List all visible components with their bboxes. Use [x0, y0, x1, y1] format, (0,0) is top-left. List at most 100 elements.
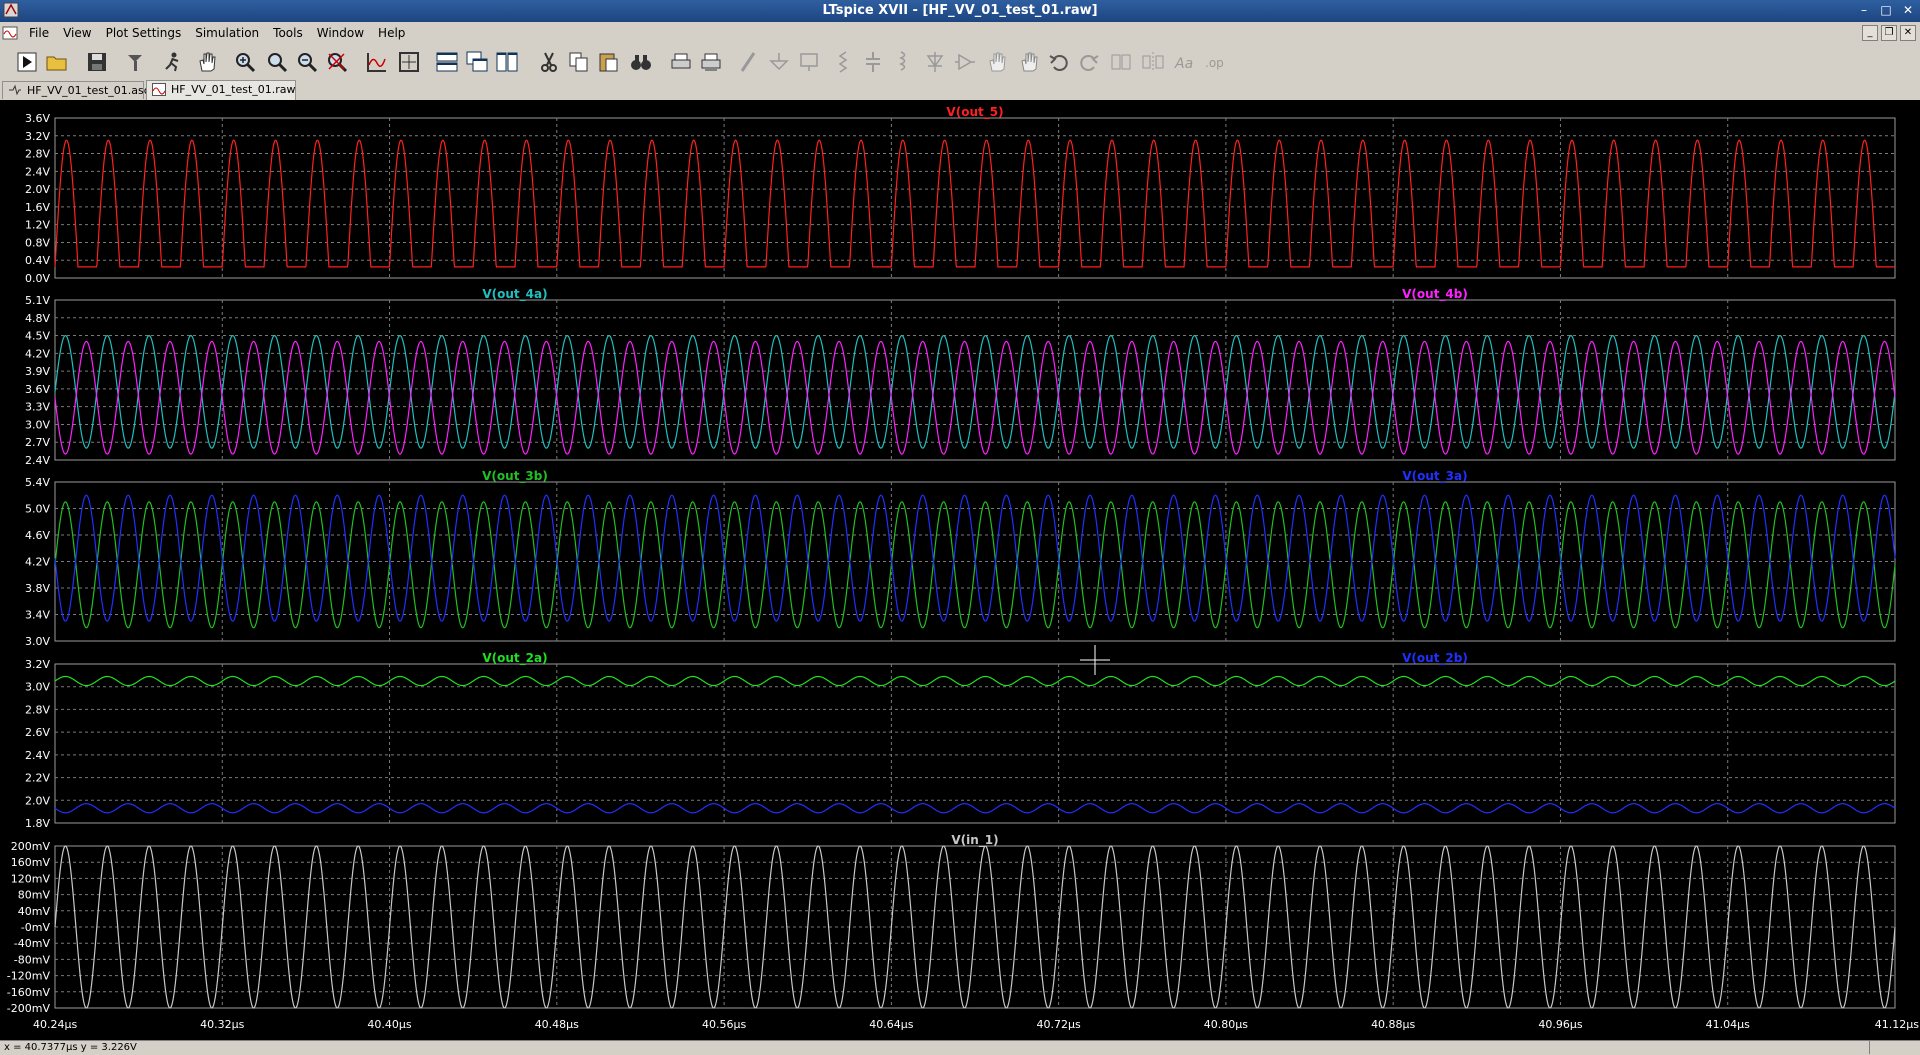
halt-button[interactable] [160, 49, 186, 75]
open-button[interactable] [44, 49, 70, 75]
y-tick-label: 3.0V [25, 681, 50, 694]
drag-button[interactable] [1016, 49, 1042, 75]
menu-help[interactable]: Help [371, 25, 412, 41]
print-button[interactable] [668, 49, 694, 75]
mirror-button[interactable] [1140, 49, 1166, 75]
redo-button[interactable] [1076, 49, 1102, 75]
y-tick-label: 5.0V [25, 503, 50, 516]
mirror-icon [1142, 52, 1164, 72]
menu-window[interactable]: Window [310, 25, 371, 41]
move-button[interactable] [984, 49, 1010, 75]
waveform-viewer[interactable]: 3.6V 3.2V 2.8V 2.4V 2.0V 1.6V 1.2V 0.8V 0.4V 0.0V… [0, 100, 1920, 1040]
y-tick-label: 2.4V [25, 454, 50, 467]
zoom-back-button[interactable] [294, 49, 320, 75]
plot-pane-2: 5.1V 4.8V 4.5V 4.2V 3.9V 3.6V 3.3V 3.0V 2.7V 2.4V… [25, 287, 1896, 467]
y-tick-label: -200mV [7, 1002, 51, 1015]
tile-vertical-button[interactable] [494, 49, 520, 75]
y-tick-label: 3.8V [25, 582, 50, 595]
pan-button[interactable] [194, 49, 220, 75]
wire-icon [740, 52, 756, 72]
mdi-minimize-icon[interactable]: _ [1862, 25, 1878, 41]
paste-button[interactable] [596, 49, 622, 75]
mdi-close-icon[interactable]: ✕ [1900, 25, 1916, 41]
minimize-icon[interactable]: – [1856, 2, 1872, 18]
menu-file[interactable]: File [22, 25, 56, 41]
x-tick-label: 40.96µs [1538, 1018, 1582, 1031]
y-tick-label: -160mV [7, 986, 51, 999]
trace-label[interactable]: V(out_3a) [1402, 469, 1467, 484]
y-tick-label: -120mV [7, 970, 51, 983]
y-tick-label: 1.8V [25, 817, 50, 830]
plot-pane-1: 3.6V 3.2V 2.8V 2.4V 2.0V 1.6V 1.2V 0.8V 0.4V 0.0V… [25, 105, 1896, 285]
x-tick-label: 40.64µs [869, 1018, 913, 1031]
print-setup-button[interactable] [698, 49, 724, 75]
autorange-button[interactable] [364, 49, 390, 75]
menu-simulation[interactable]: Simulation [188, 25, 266, 41]
menu-view[interactable]: View [56, 25, 98, 41]
zoom-back-icon [298, 53, 318, 73]
zoom-in-icon [236, 53, 256, 73]
pane-frame [54, 117, 1896, 279]
waveform-doc-icon[interactable] [2, 25, 18, 41]
undo-button[interactable] [1046, 49, 1072, 75]
menu-tools[interactable]: Tools [266, 25, 310, 41]
marker-button[interactable] [396, 49, 422, 75]
label-net-button[interactable] [796, 49, 822, 75]
copy-button[interactable] [566, 49, 592, 75]
crosshair-cursor [1080, 645, 1110, 675]
trace-label[interactable]: V(out_2b) [1402, 651, 1468, 666]
component-button[interactable] [952, 49, 978, 75]
y-tick-label: 120mV [11, 872, 51, 885]
inductor-button[interactable] [890, 49, 916, 75]
y-tick-label: 40mV [18, 905, 51, 918]
tab-schematic[interactable]: HF_VV_01_test_01.asc [2, 81, 150, 99]
svg-text:.op: .op [1205, 56, 1224, 70]
trace-label[interactable]: V(in_1) [951, 833, 998, 848]
trace-label[interactable]: V(out_2a) [482, 651, 547, 666]
spice-directive-button[interactable]: .op [1202, 49, 1228, 75]
control-panel-icon [128, 55, 142, 71]
save-button[interactable] [84, 49, 110, 75]
toolbar: Aa .op [0, 44, 1920, 81]
cut-button[interactable] [536, 49, 562, 75]
wire-button[interactable] [736, 49, 762, 75]
menu-plot-settings[interactable]: Plot Settings [99, 25, 189, 41]
y-tick-label: 0.8V [25, 236, 50, 249]
trace-label[interactable]: V(out_3b) [482, 469, 548, 484]
tile-horizontal-button[interactable] [434, 49, 460, 75]
trace-label[interactable]: V(out_4a) [482, 287, 547, 302]
find-button[interactable] [628, 49, 654, 75]
pan-icon [199, 52, 216, 72]
x-tick-label: 40.32µs [200, 1018, 244, 1031]
ground-button[interactable] [766, 49, 792, 75]
x-tick-label: 40.24µs [33, 1018, 77, 1031]
trace-label[interactable]: V(out_5) [946, 105, 1003, 120]
capacitor-button[interactable] [860, 49, 886, 75]
y-tick-label: 5.4V [25, 476, 50, 489]
control-panel-button[interactable] [122, 49, 148, 75]
pane-frame [54, 663, 1896, 824]
zoom-in-button[interactable] [232, 49, 258, 75]
resistor-button[interactable] [830, 49, 856, 75]
plot-pane-4: 3.2V 3.0V 2.8V 2.6V 2.4V 2.2V 2.0V 1.8V V(out_2a… [25, 651, 1896, 830]
close-icon[interactable]: ✕ [1900, 2, 1916, 18]
tab-waveform[interactable]: HF_VV_01_test_01.raw [146, 80, 296, 100]
maximize-icon[interactable]: □ [1878, 2, 1894, 18]
zoom-cancel-button[interactable] [324, 49, 350, 75]
x-tick-label: 40.56µs [702, 1018, 746, 1031]
diode-button[interactable] [922, 49, 948, 75]
waveform-plot[interactable]: 3.6V 3.2V 2.8V 2.4V 2.0V 1.6V 1.2V 0.8V 0.4V 0.0V… [0, 100, 1920, 1040]
text-button[interactable]: Aa [1172, 49, 1198, 75]
schematic-icon [9, 84, 21, 96]
run-button[interactable] [14, 49, 40, 75]
zoom-out-button[interactable] [264, 49, 290, 75]
window-title: LTspice XVII - [HF_VV_01_test_01.raw] [822, 3, 1098, 18]
status-bar: x = 40.7377µs y = 3.226V [0, 1040, 1920, 1055]
cursor-readout: x = 40.7377µs y = 3.226V [4, 1042, 137, 1053]
mdi-restore-icon[interactable]: ❐ [1881, 25, 1897, 41]
trace-label[interactable]: V(out_4b) [1402, 287, 1468, 302]
resize-grip[interactable] [1869, 1041, 1920, 1054]
cascade-button[interactable] [464, 49, 490, 75]
rotate-button[interactable] [1108, 49, 1134, 75]
tile-horizontal-icon [436, 52, 458, 72]
